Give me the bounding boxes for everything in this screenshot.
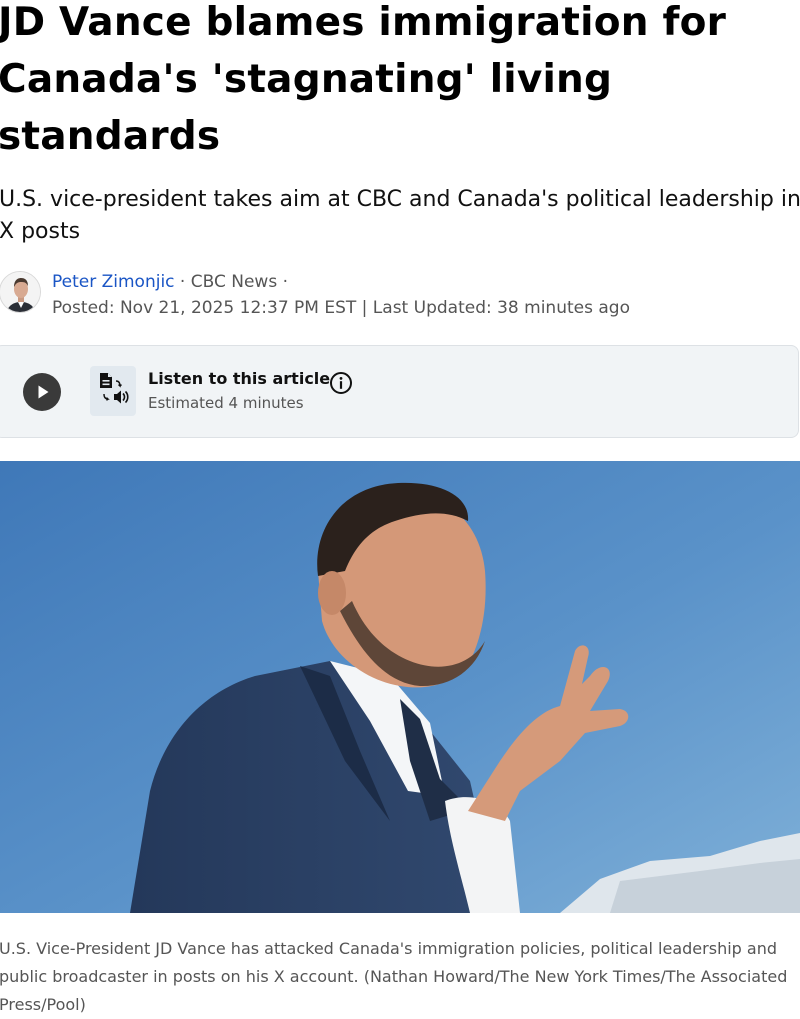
listen-title: Listen to this article <box>148 369 331 388</box>
byline: Peter Zimonjic · CBC News · Posted: Nov … <box>0 268 800 324</box>
article-photo <box>0 461 800 913</box>
author-avatar <box>0 271 41 313</box>
play-icon <box>38 385 49 399</box>
byline-separator-trailing: · <box>277 272 289 292</box>
author-link[interactable]: Peter Zimonjic <box>52 272 175 292</box>
byline-author-line: Peter Zimonjic · CBC News · <box>52 270 288 294</box>
listen-to-article-panel: Listen to this article Estimated 4 minut… <box>0 345 799 438</box>
play-button[interactable] <box>23 373 61 411</box>
article-headline: JD Vance blames immigration for Canada's… <box>0 0 727 159</box>
byline-outlet: CBC News <box>190 272 278 292</box>
article-photo-image <box>0 461 800 913</box>
article-subhead: U.S. vice-president takes aim at CBC and… <box>0 187 800 244</box>
byline-timestamp: Posted: Nov 21, 2025 12:37 PM EST | Last… <box>52 298 630 318</box>
text-to-speech-icon <box>90 366 136 416</box>
listen-estimate: Estimated 4 minutes <box>148 394 304 412</box>
byline-separator: · <box>174 272 191 292</box>
photo-caption: U.S. Vice-President JD Vance has attacke… <box>0 939 788 1014</box>
author-portrait-image <box>0 272 40 312</box>
info-icon[interactable] <box>329 371 353 395</box>
